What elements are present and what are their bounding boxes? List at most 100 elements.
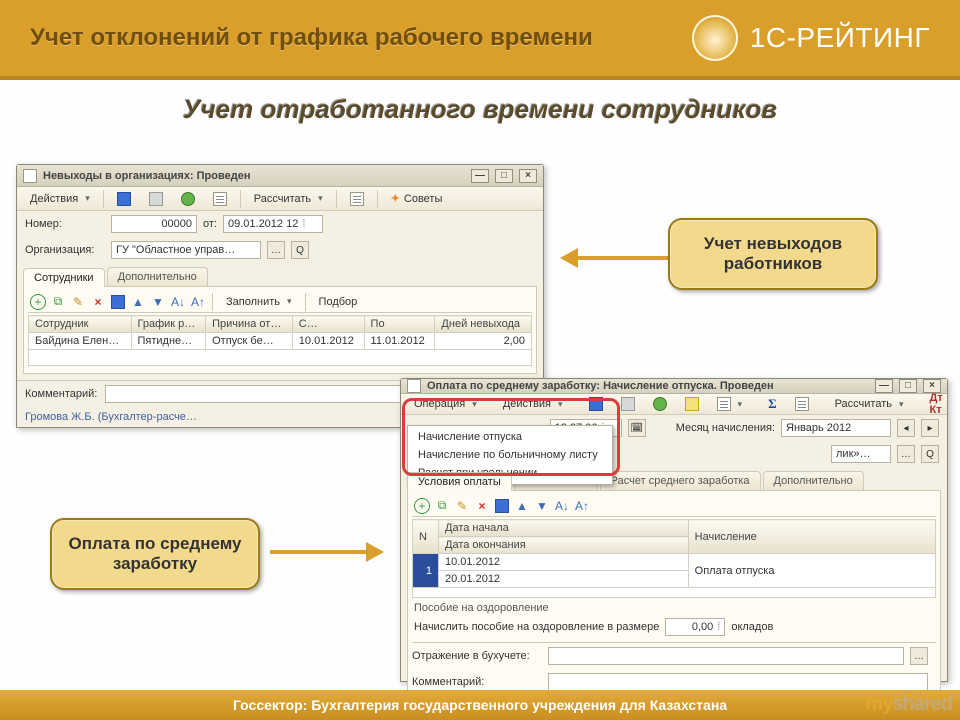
tab-additional[interactable]: Дополнительно <box>763 471 864 490</box>
cell-days[interactable]: 2,00 <box>435 333 532 350</box>
sort-desc-icon[interactable]: A↑ <box>574 498 590 514</box>
brand: 1С-РЕЙТИНГ <box>692 15 930 61</box>
col-schedule[interactable]: График р… <box>131 316 206 333</box>
cell-from[interactable]: 10.01.2012 <box>292 333 364 350</box>
month-next-button[interactable]: ▸ <box>921 419 939 437</box>
row-add-icon[interactable]: + <box>414 498 430 514</box>
row-add-icon[interactable]: + <box>30 294 46 310</box>
org-pick-button[interactable]: … <box>897 445 915 463</box>
month-input[interactable]: Январь 2012 <box>781 419 891 437</box>
col-reason[interactable]: Причина от… <box>206 316 293 333</box>
dk-button[interactable]: ДтКт <box>923 394 950 414</box>
org-open-button[interactable]: Q <box>291 241 309 259</box>
cell-employee[interactable]: Байдина Елен… <box>29 333 132 350</box>
list-button[interactable] <box>788 394 816 414</box>
calc-menu[interactable]: Рассчитать <box>247 189 330 209</box>
col-date-start[interactable]: Дата начала <box>439 520 689 537</box>
table-row[interactable]: Байдина Елен… Пятидне… Отпуск бе… 10.01.… <box>29 333 532 350</box>
cell-accrual[interactable]: Оплата отпуска <box>688 554 935 588</box>
col-date-end[interactable]: Дата окончания <box>439 537 689 554</box>
tab-employees[interactable]: Сотрудники <box>23 268 105 287</box>
row-down-icon[interactable]: ▼ <box>150 294 166 310</box>
row-save-icon[interactable] <box>494 498 510 514</box>
cell-date-start[interactable]: 10.01.2012 <box>439 554 689 571</box>
month-prev-button[interactable]: ◂ <box>897 419 915 437</box>
row-down-icon[interactable]: ▼ <box>534 498 550 514</box>
window-absence-toolbar: Действия Рассчитать ✦Советы <box>17 187 543 211</box>
sort-asc-icon[interactable]: A↓ <box>554 498 570 514</box>
close-button[interactable]: × <box>519 169 537 183</box>
go-button[interactable] <box>174 189 202 209</box>
table-row[interactable]: 1 10.01.2012 Оплата отпуска <box>413 554 936 571</box>
go-button[interactable] <box>646 394 674 414</box>
list-button[interactable] <box>206 189 234 209</box>
col-to[interactable]: По <box>364 316 435 333</box>
tree-button[interactable] <box>343 189 371 209</box>
eq-button[interactable] <box>678 394 706 414</box>
select-button[interactable]: Подбор <box>312 292 365 312</box>
row-up-icon[interactable]: ▲ <box>130 294 146 310</box>
col-from[interactable]: С… <box>292 316 364 333</box>
tree-button[interactable] <box>954 394 960 414</box>
maximize-button[interactable]: □ <box>899 379 917 393</box>
callout-absence: Учет невыходов работников <box>668 218 878 290</box>
window-absence-titlebar[interactable]: Невыходы в организациях: Проведен — □ × <box>17 165 543 187</box>
time-pick-button[interactable]: 🗓 <box>628 419 646 437</box>
conditions-grid[interactable]: N Дата начала Начисление Дата окончания … <box>412 519 936 598</box>
org-pick-button[interactable]: … <box>267 241 285 259</box>
row-insert-icon[interactable]: ⧉ <box>50 294 66 310</box>
fill-menu[interactable]: Заполнить <box>219 292 299 312</box>
col-n[interactable]: N <box>413 520 439 554</box>
comment-input[interactable] <box>548 673 928 691</box>
advice-button[interactable]: ✦Советы <box>384 189 450 209</box>
org-tail-input[interactable]: лик»… <box>831 445 891 463</box>
close-button[interactable]: × <box>923 379 941 393</box>
go-icon <box>653 397 667 411</box>
sum-button[interactable]: Σ <box>761 394 784 414</box>
callout-avgpay: Оплата по среднему заработку <box>50 518 260 590</box>
minimize-button[interactable]: — <box>471 169 489 183</box>
row-edit-icon[interactable]: ✎ <box>70 294 86 310</box>
save-button[interactable] <box>110 189 138 209</box>
calc-menu[interactable]: Рассчитать <box>828 394 911 414</box>
reflection-input[interactable] <box>548 647 904 665</box>
minimize-button[interactable]: — <box>875 379 893 393</box>
sort-desc-icon[interactable]: A↑ <box>190 294 206 310</box>
date-input[interactable]: 09.01.2012 12 <box>223 215 323 233</box>
row-up-icon[interactable]: ▲ <box>514 498 530 514</box>
row-delete-icon[interactable]: × <box>90 294 106 310</box>
row-save-icon[interactable] <box>110 294 126 310</box>
label-reflection: Отражение в бухучете: <box>412 650 542 662</box>
slide-title: Учет отклонений от графика рабочего врем… <box>30 24 593 52</box>
row-edit-icon[interactable]: ✎ <box>454 498 470 514</box>
nav-menu[interactable] <box>710 394 750 414</box>
row-insert-icon[interactable]: ⧉ <box>434 498 450 514</box>
window-avgpay-titlebar[interactable]: Оплата по среднему заработку: Начисление… <box>401 379 947 394</box>
copy-icon <box>149 192 163 206</box>
col-days[interactable]: Дней невыхода <box>435 316 532 333</box>
org-open-button[interactable]: Q <box>921 445 939 463</box>
panel-employees: + ⧉ ✎ × ▲ ▼ A↓ A↑ Заполнить Подбор Сотру… <box>23 286 537 374</box>
brand-logo-icon <box>692 15 738 61</box>
col-accrual[interactable]: Начисление <box>688 520 935 554</box>
tab-additional[interactable]: Дополнительно <box>107 267 208 286</box>
copy-button[interactable] <box>142 189 170 209</box>
cell-date-end[interactable]: 20.01.2012 <box>439 571 689 588</box>
reflection-pick-button[interactable]: … <box>910 647 928 665</box>
user-link[interactable]: Громова Ж.Б. (Бухгалтер-расче… <box>25 411 197 423</box>
actions-menu[interactable]: Действия <box>23 189 97 209</box>
maximize-button[interactable]: □ <box>495 169 513 183</box>
document-icon <box>407 379 421 393</box>
tab-avg-calc[interactable]: Расчет среднего заработка <box>600 471 761 490</box>
employees-grid[interactable]: Сотрудник График р… Причина от… С… По Дн… <box>28 315 532 366</box>
cell-schedule[interactable]: Пятидне… <box>131 333 206 350</box>
cell-to[interactable]: 11.01.2012 <box>364 333 435 350</box>
organization-input[interactable]: ГУ "Областное управ… <box>111 241 261 259</box>
sort-asc-icon[interactable]: A↓ <box>170 294 186 310</box>
cell-n[interactable]: 1 <box>413 554 439 588</box>
allowance-amount-input[interactable]: 0,00 <box>665 618 725 636</box>
number-input[interactable]: 00000 <box>111 215 197 233</box>
cell-reason[interactable]: Отпуск бе… <box>206 333 293 350</box>
col-employee[interactable]: Сотрудник <box>29 316 132 333</box>
row-delete-icon[interactable]: × <box>474 498 490 514</box>
